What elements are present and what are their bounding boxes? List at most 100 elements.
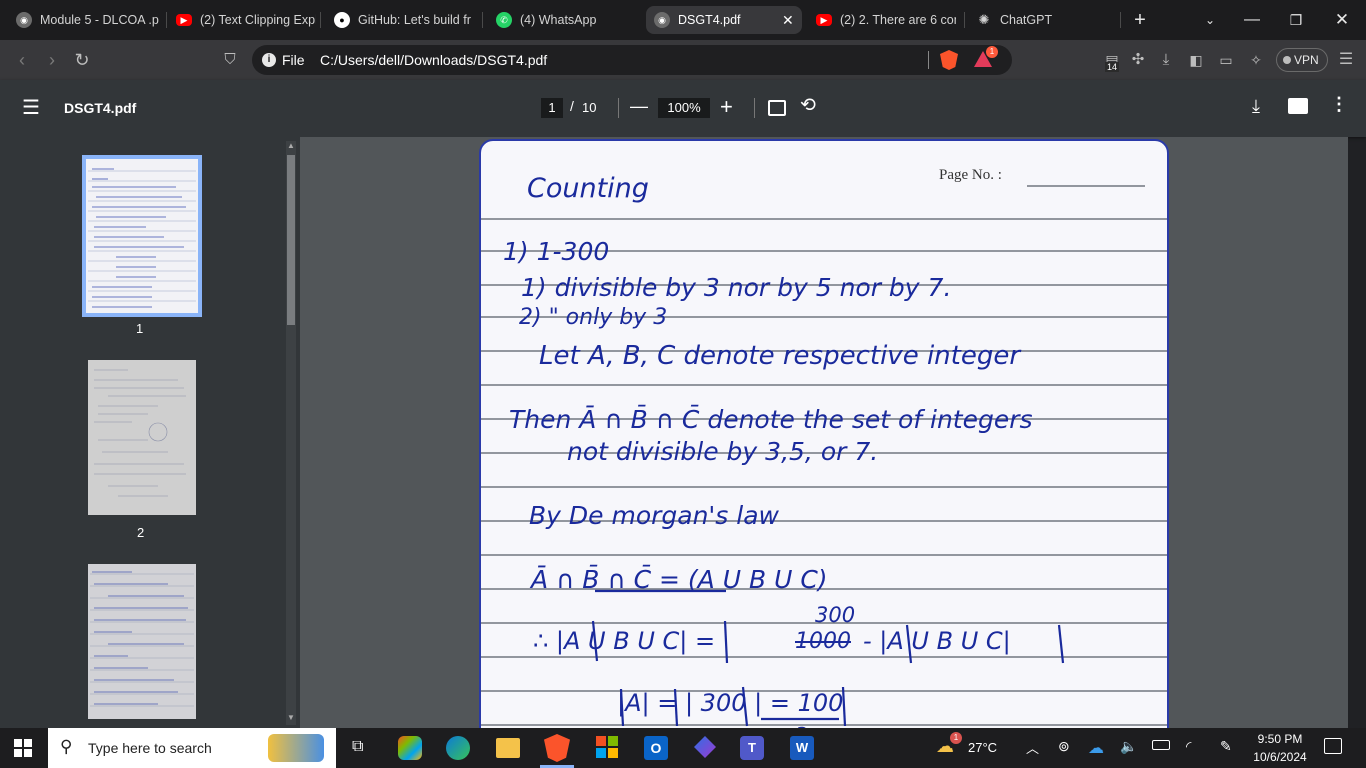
task-view-icon[interactable]: ⧉	[352, 738, 363, 756]
handwritten-line: Let A, B, C denote respective integer	[539, 341, 1021, 371]
media-player-icon[interactable]	[694, 736, 716, 758]
edge-icon[interactable]	[446, 736, 470, 760]
clock-date[interactable]: 10/6/2024	[1252, 750, 1308, 764]
minimize-icon[interactable]: —	[1240, 8, 1264, 32]
meet-now-icon[interactable]: ⊚	[1058, 738, 1070, 755]
handwritten-line: 300	[815, 603, 856, 627]
thumbnail-page-1[interactable]	[86, 159, 198, 313]
bookmark-icon[interactable]: ⛉	[218, 48, 242, 72]
zoom-in-icon[interactable]: +	[720, 94, 733, 120]
rotate-icon[interactable]: ⟲	[800, 94, 816, 117]
word-icon[interactable]: W	[790, 736, 814, 760]
zoom-out-icon[interactable]: —	[630, 96, 648, 117]
restore-icon[interactable]: ❐	[1284, 8, 1308, 32]
scheme-label: File	[282, 52, 305, 68]
wallet-icon[interactable]: ▭	[1214, 48, 1238, 72]
sidebar-toggle-icon[interactable]: ◧	[1184, 48, 1208, 72]
handwritten-line: - |A U B U C|	[863, 627, 1011, 655]
chatgpt-icon: ✺	[978, 12, 990, 27]
scroll-down-arrow-icon[interactable]: ▼	[287, 713, 295, 725]
youtube-icon: ▶	[816, 14, 832, 26]
scroll-up-arrow-icon[interactable]: ▲	[287, 141, 295, 153]
handwritten-line: ∴ |A U B U C| =	[533, 627, 716, 655]
print-icon[interactable]	[1288, 98, 1308, 114]
sidebar-menu-icon[interactable]: ☰	[22, 98, 40, 118]
vpn-status-icon	[1283, 56, 1291, 64]
tab-whatsapp[interactable]: ✆ (4) WhatsApp	[488, 6, 636, 34]
menu-hamburger-icon[interactable]: ☰	[1334, 48, 1358, 72]
divider	[928, 51, 929, 69]
tab-title: DSGT4.pdf	[678, 13, 741, 27]
page-number-input[interactable]: 1	[541, 98, 563, 118]
tab-search-chevron-icon[interactable]: ⌄	[1198, 8, 1222, 32]
handwritten-line-struck: 1000	[795, 629, 851, 654]
vpn-button[interactable]: VPN	[1276, 48, 1328, 72]
windows-start-icon[interactable]	[14, 739, 32, 757]
handwritten-line: 1) 1-300	[503, 237, 610, 266]
clock-time[interactable]: 9:50 PM	[1256, 732, 1304, 746]
tab-module5[interactable]: ◉ Module 5 - DLCOA .p	[8, 6, 166, 34]
thumbnail-1-preview	[88, 168, 196, 308]
thumbnail-page-2[interactable]	[88, 360, 196, 515]
brave-shield-icon[interactable]	[940, 50, 958, 70]
outlook-icon[interactable]: O	[644, 736, 668, 760]
thumbnail-sidebar: 1 2 ▲ ▼	[0, 137, 300, 728]
teams-icon[interactable]: T	[740, 736, 764, 760]
github-icon: ●	[334, 12, 350, 28]
page-separator: /	[570, 98, 574, 114]
info-icon[interactable]: i	[262, 53, 276, 67]
tab-divider	[964, 12, 965, 28]
zoom-input[interactable]: 100%	[658, 98, 710, 118]
taskbar-search-box[interactable]: ⚲ Type here to search	[48, 728, 336, 768]
notifications-icon[interactable]	[1324, 738, 1342, 754]
file-explorer-icon[interactable]	[496, 738, 520, 758]
reload-icon[interactable]: ↻	[70, 48, 94, 72]
onedrive-icon[interactable]: ☁	[1088, 738, 1104, 758]
back-icon[interactable]: ‹	[10, 48, 34, 72]
close-tab-icon[interactable]: ✕	[782, 12, 794, 29]
tab-title: GitHub: Let's build fr	[358, 13, 471, 27]
tab-github[interactable]: ● GitHub: Let's build fr	[326, 6, 474, 34]
tab-youtube-2[interactable]: ▶ (2) 2. There are 6 con	[808, 6, 956, 34]
sidebar-scrollbar[interactable]: ▲ ▼	[286, 141, 296, 725]
tray-overflow-chevron-icon[interactable]: ︿	[1026, 738, 1039, 757]
wifi-icon[interactable]: ◜	[1186, 738, 1191, 755]
thumbnail-label: 1	[136, 321, 144, 336]
url-text[interactable]: C:/Users/dell/Downloads/DSGT4.pdf	[320, 52, 547, 68]
globe-icon: ◉	[654, 12, 670, 28]
leo-ai-icon[interactable]: ✧	[1244, 48, 1268, 72]
tab-title: (2) 2. There are 6 con	[840, 13, 956, 27]
fit-page-icon[interactable]	[768, 100, 786, 116]
forward-icon[interactable]: ›	[40, 48, 64, 72]
handwritten-line: Then Ā ∩ B̄ ∩ C̄ denote the set of integ…	[509, 405, 1033, 434]
tab-chatgpt[interactable]: ✺ ChatGPT	[968, 6, 1108, 34]
pdf-file-name: DSGT4.pdf	[64, 100, 137, 116]
tab-text-clipping[interactable]: ▶ (2) Text Clipping Expl	[168, 6, 316, 34]
thumbnail-page-3[interactable]	[88, 564, 196, 719]
sidebar-scroll-thumb[interactable]	[287, 155, 295, 325]
download-pdf-icon[interactable]: ⤓	[1252, 96, 1260, 117]
tab-divider	[166, 12, 167, 28]
handwritten-line: not divisible by 3,5, or 7.	[567, 437, 879, 466]
battery-icon[interactable]	[1152, 740, 1170, 750]
youtube-icon: ▶	[176, 14, 192, 26]
handwritten-line: Ā ∩ B̄ ∩ C̄ = (A U B U C)	[531, 565, 828, 594]
weather-temp[interactable]: 27°C	[968, 740, 997, 755]
copilot-icon[interactable]	[398, 736, 422, 760]
pdf-viewer-area: Page No. : Counting 1) 1-300 1) divisibl…	[300, 137, 1348, 728]
brave-taskbar-icon[interactable]	[544, 734, 570, 762]
pdf-page-1: Page No. : Counting 1) 1-300 1) divisibl…	[479, 139, 1169, 728]
puzzle-icon[interactable]: ✣	[1126, 48, 1150, 72]
pen-icon[interactable]: ✎	[1220, 738, 1232, 755]
volume-icon[interactable]: 🔈	[1120, 738, 1137, 755]
more-options-icon[interactable]: ⋮	[1330, 94, 1348, 115]
new-tab-icon[interactable]: +	[1128, 8, 1152, 32]
globe-icon: ◉	[16, 12, 32, 28]
download-icon[interactable]: ⤓	[1154, 48, 1178, 72]
address-bar[interactable]: i File C:/Users/dell/Downloads/DSGT4.pdf…	[252, 45, 1012, 75]
tab-dsgt4[interactable]: ◉ DSGT4.pdf ✕	[646, 6, 802, 34]
microsoft-store-icon[interactable]	[596, 736, 618, 758]
tab-divider	[320, 12, 321, 28]
handwritten-line: Counting	[527, 173, 649, 204]
close-window-icon[interactable]: ✕	[1330, 8, 1354, 32]
